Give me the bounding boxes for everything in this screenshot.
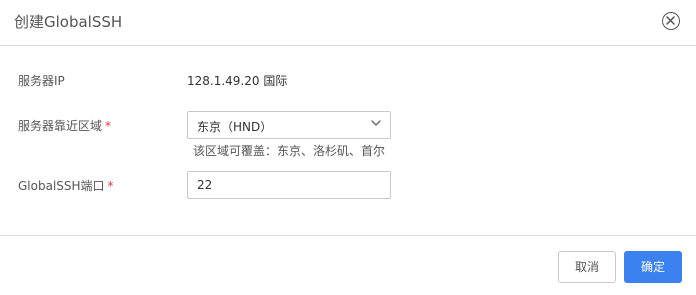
close-icon xyxy=(666,16,675,25)
port-input[interactable] xyxy=(187,171,391,199)
region-label: 服务器靠近区域 * xyxy=(18,117,111,134)
dialog-header: 创建GlobalSSH xyxy=(0,0,696,46)
port-label: GlobalSSH端口 * xyxy=(18,177,114,194)
region-select[interactable]: 东京（HND） xyxy=(187,111,391,139)
server-ip-label: 服务器IP xyxy=(18,72,65,89)
chevron-down-icon xyxy=(371,120,381,126)
region-select-value: 东京（HND） xyxy=(197,120,273,134)
port-label-text: GlobalSSH端口 xyxy=(18,179,105,193)
close-button[interactable] xyxy=(662,12,680,30)
cancel-button[interactable]: 取消 xyxy=(558,251,616,283)
region-label-text: 服务器靠近区域 xyxy=(18,119,103,133)
required-mark: * xyxy=(105,119,112,133)
dialog-title: 创建GlobalSSH xyxy=(14,13,123,31)
footer-divider xyxy=(0,235,696,236)
required-mark: * xyxy=(107,179,114,193)
server-ip-value: 128.1.49.20 国际 xyxy=(187,74,288,88)
create-globalssh-dialog: 创建GlobalSSH 服务器IP 128.1.49.20 国际 服务器靠近区域… xyxy=(0,0,696,295)
server-ip-label-text: 服务器IP xyxy=(18,74,65,88)
confirm-button[interactable]: 确定 xyxy=(624,251,682,283)
region-coverage-hint: 该区域可覆盖：东京、洛杉矶、首尔 xyxy=(193,144,386,158)
